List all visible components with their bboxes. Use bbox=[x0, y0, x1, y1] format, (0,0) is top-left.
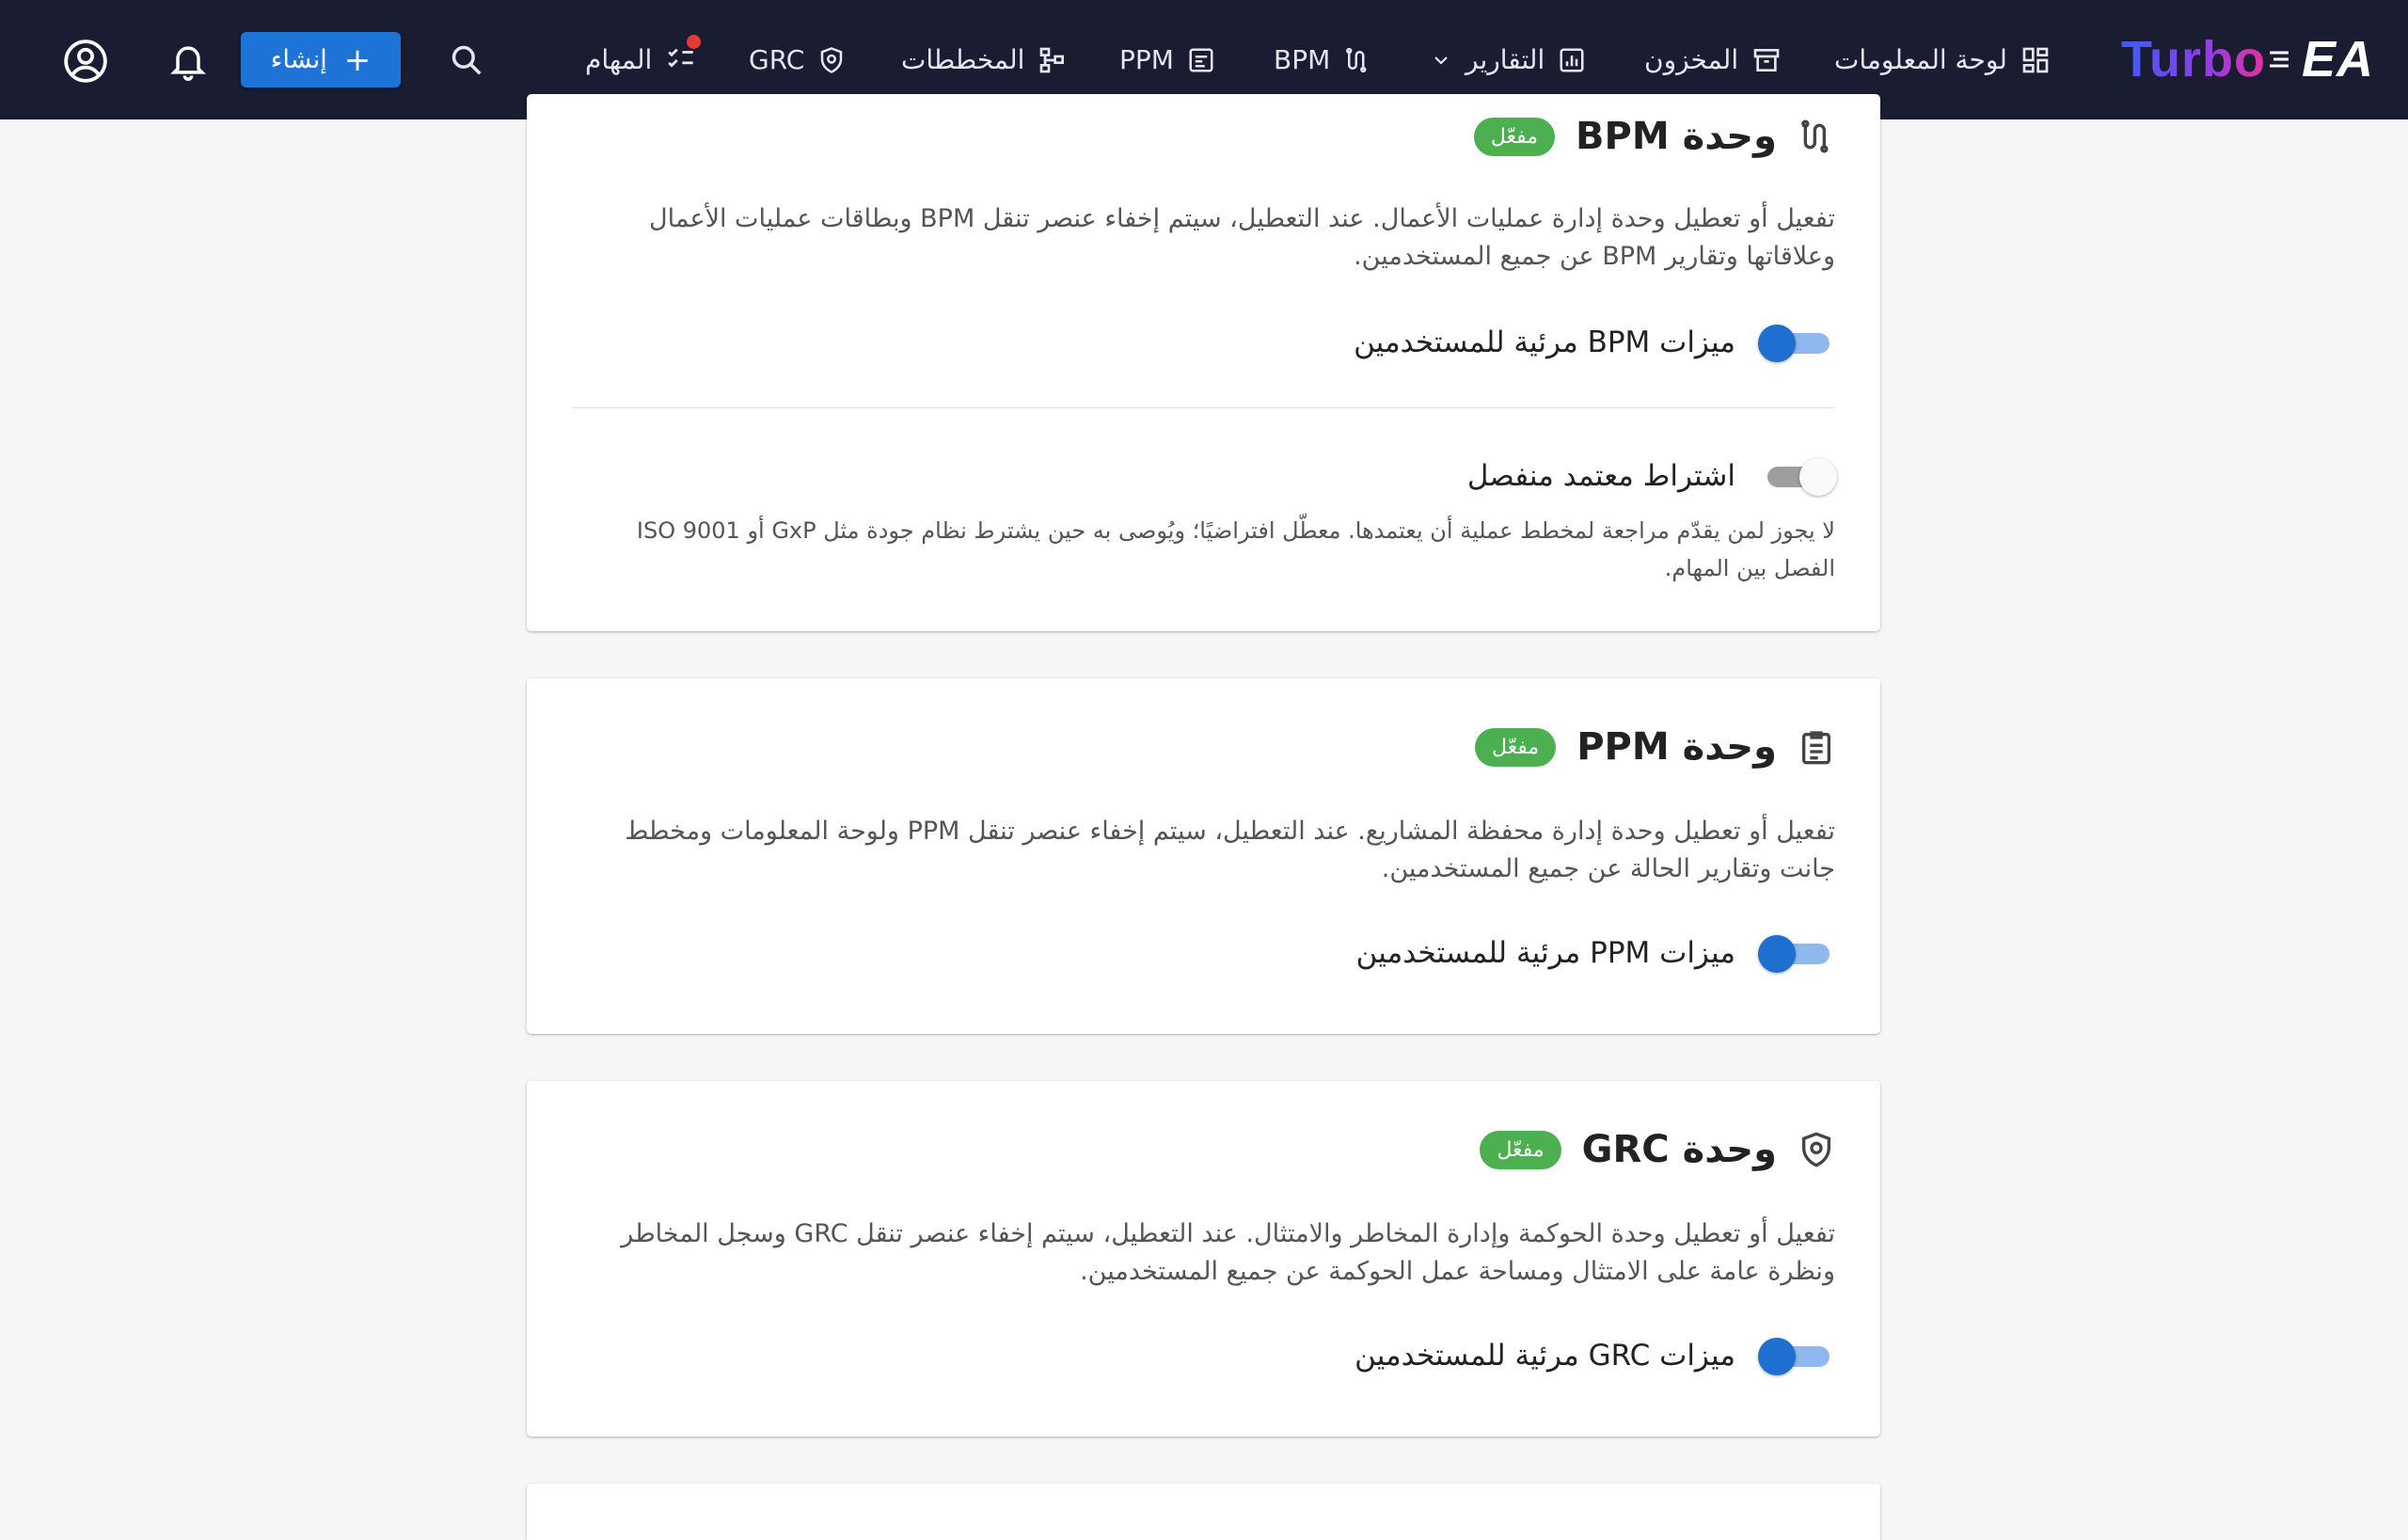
nav-label: PPM bbox=[1119, 44, 1174, 75]
card-description: تفعيل أو تعطيل وحدة إدارة محفظة المشاريع… bbox=[625, 817, 1835, 883]
status-badge: مفعّل bbox=[1480, 1130, 1561, 1169]
separate-approver-toggle[interactable] bbox=[1758, 457, 1837, 496]
nav-label: التقارير bbox=[1465, 44, 1545, 75]
reports-icon bbox=[1558, 46, 1586, 74]
notifications-icon[interactable] bbox=[164, 36, 213, 85]
toggle-label: ميزات PPM مرئية للمستخدمين bbox=[1355, 936, 1735, 970]
toggle-thumb bbox=[1799, 458, 1837, 496]
search-icon[interactable] bbox=[446, 40, 487, 81]
approver-toggle-row: اشتراط معتمد منفصل bbox=[1466, 457, 1837, 496]
logo-text: Turbo bbox=[2121, 31, 2266, 87]
bpm-module-card: وحدة BPM مفعّل تفعيل أو تعطيل وحدة إدارة… bbox=[527, 94, 1880, 631]
ppm-icon bbox=[1187, 46, 1215, 74]
grc-icon bbox=[1798, 1131, 1835, 1168]
next-module-card bbox=[527, 1484, 1880, 1540]
status-badge: مفعّل bbox=[1473, 117, 1556, 156]
toggle-thumb bbox=[1758, 935, 1796, 973]
toggle-thumb bbox=[1758, 325, 1796, 362]
bpm-icon bbox=[1343, 46, 1371, 74]
grc-module-card: وحدة GRC مفعّل تفعيل أو تعطيل وحدة الحوك… bbox=[527, 1081, 1880, 1437]
nav-label: المخزون bbox=[1644, 44, 1739, 75]
toggle-label: ميزات BPM مرئية للمستخدمين bbox=[1354, 325, 1735, 359]
nav-label: لوحة المعلومات bbox=[1834, 44, 2007, 75]
visibility-toggle[interactable] bbox=[1758, 324, 1835, 362]
card-description: تفعيل أو تعطيل وحدة إدارة عمليات الأعمال… bbox=[649, 204, 1835, 271]
grc-icon bbox=[817, 46, 846, 74]
logo-suffix: EA bbox=[2301, 31, 2374, 87]
visibility-toggle-row: ميزات PPM مرئية للمستخدمين bbox=[1355, 934, 1835, 973]
card-title: وحدة GRC bbox=[1581, 1128, 1777, 1171]
visibility-toggle-row: ميزات BPM مرئية للمستخدمين bbox=[1354, 324, 1835, 362]
card-header: وحدة GRC مفعّل bbox=[1480, 1128, 1835, 1171]
toggle-label: ميزات GRC مرئية للمستخدمين bbox=[1354, 1339, 1735, 1373]
card-title: وحدة BPM bbox=[1576, 115, 1777, 158]
divider bbox=[572, 407, 1835, 408]
notification-dot bbox=[687, 34, 702, 49]
create-button[interactable]: + إنشاء bbox=[241, 32, 401, 87]
card-header: وحدة PPM مفعّل bbox=[1475, 725, 1835, 769]
nav-label: المخططات bbox=[901, 44, 1025, 75]
diagrams-icon bbox=[1038, 45, 1068, 75]
card-header: وحدة BPM مفعّل bbox=[1473, 115, 1835, 158]
inventory-icon bbox=[1751, 45, 1782, 75]
toggle-label: اشتراط معتمد منفصل bbox=[1466, 459, 1735, 493]
ppm-module-card: وحدة PPM مفعّل تفعيل أو تعطيل وحدة إدارة… bbox=[527, 678, 1880, 1034]
visibility-toggle[interactable] bbox=[1758, 1337, 1835, 1375]
bpm-icon bbox=[1798, 118, 1835, 155]
nav-label: BPM bbox=[1274, 44, 1331, 75]
create-button-label: إنشاء bbox=[270, 45, 327, 74]
card-description: تفعيل أو تعطيل وحدة الحوكمة وإدارة المخا… bbox=[621, 1219, 1835, 1286]
nav-label: المهام bbox=[585, 44, 653, 75]
toggle-thumb bbox=[1758, 1338, 1796, 1375]
nav-label: GRC bbox=[749, 44, 805, 75]
approver-description: لا يجوز لمن يقدّم مراجعة لمخطط عملية أن … bbox=[636, 517, 1835, 581]
tasks-icon bbox=[665, 34, 702, 76]
plus-icon: + bbox=[343, 40, 372, 79]
speed-lines-icon bbox=[2269, 51, 2289, 68]
dashboard-icon bbox=[2020, 45, 2051, 75]
ppm-icon bbox=[1798, 728, 1835, 766]
turbo-ea-logo[interactable]: Turbo EA bbox=[2121, 26, 2374, 92]
chevron-down-icon bbox=[1430, 49, 1452, 71]
visibility-toggle-row: ميزات GRC مرئية للمستخدمين bbox=[1354, 1337, 1835, 1375]
account-icon[interactable] bbox=[60, 36, 111, 87]
status-badge: مفعّل bbox=[1475, 727, 1557, 767]
card-title: وحدة PPM bbox=[1576, 725, 1777, 769]
visibility-toggle[interactable] bbox=[1758, 934, 1835, 973]
